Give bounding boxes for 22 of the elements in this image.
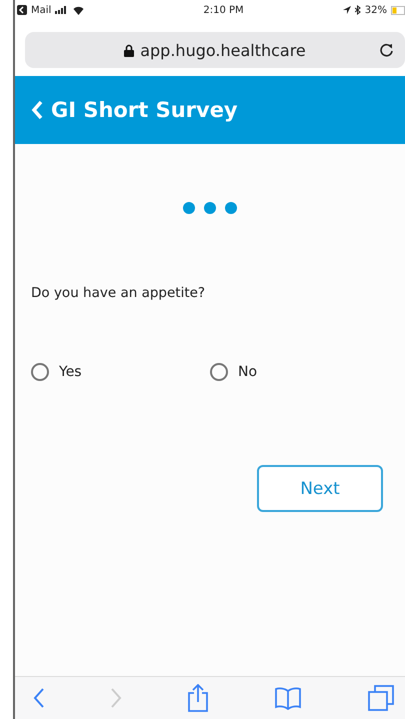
answer-option[interactable]: Yes <box>31 363 210 381</box>
battery-percent: 32% <box>364 4 387 16</box>
progress-dots-icon <box>182 201 238 215</box>
location-icon <box>342 6 351 14</box>
back-chevron-icon[interactable] <box>31 100 43 120</box>
bookmarks-button[interactable] <box>274 686 302 710</box>
question-text: Do you have an appetite? <box>31 285 206 301</box>
reload-icon[interactable] <box>379 42 395 58</box>
next-button[interactable]: Next <box>257 465 383 512</box>
address-bar[interactable]: app.hugo.healthcare <box>25 32 405 68</box>
share-button[interactable] <box>187 684 209 712</box>
wifi-icon <box>73 6 84 14</box>
back-app-icon[interactable] <box>17 5 27 15</box>
status-time: 2:10 PM <box>203 4 244 16</box>
page-title: GI Short Survey <box>51 98 238 122</box>
url-text: app.hugo.healthcare <box>140 40 306 60</box>
lock-icon <box>124 44 134 56</box>
answer-option[interactable]: No <box>210 363 389 381</box>
back-app-label[interactable]: Mail <box>31 4 52 16</box>
back-button[interactable] <box>33 687 45 709</box>
tabs-button[interactable] <box>367 684 395 712</box>
bluetooth-icon <box>354 5 361 15</box>
